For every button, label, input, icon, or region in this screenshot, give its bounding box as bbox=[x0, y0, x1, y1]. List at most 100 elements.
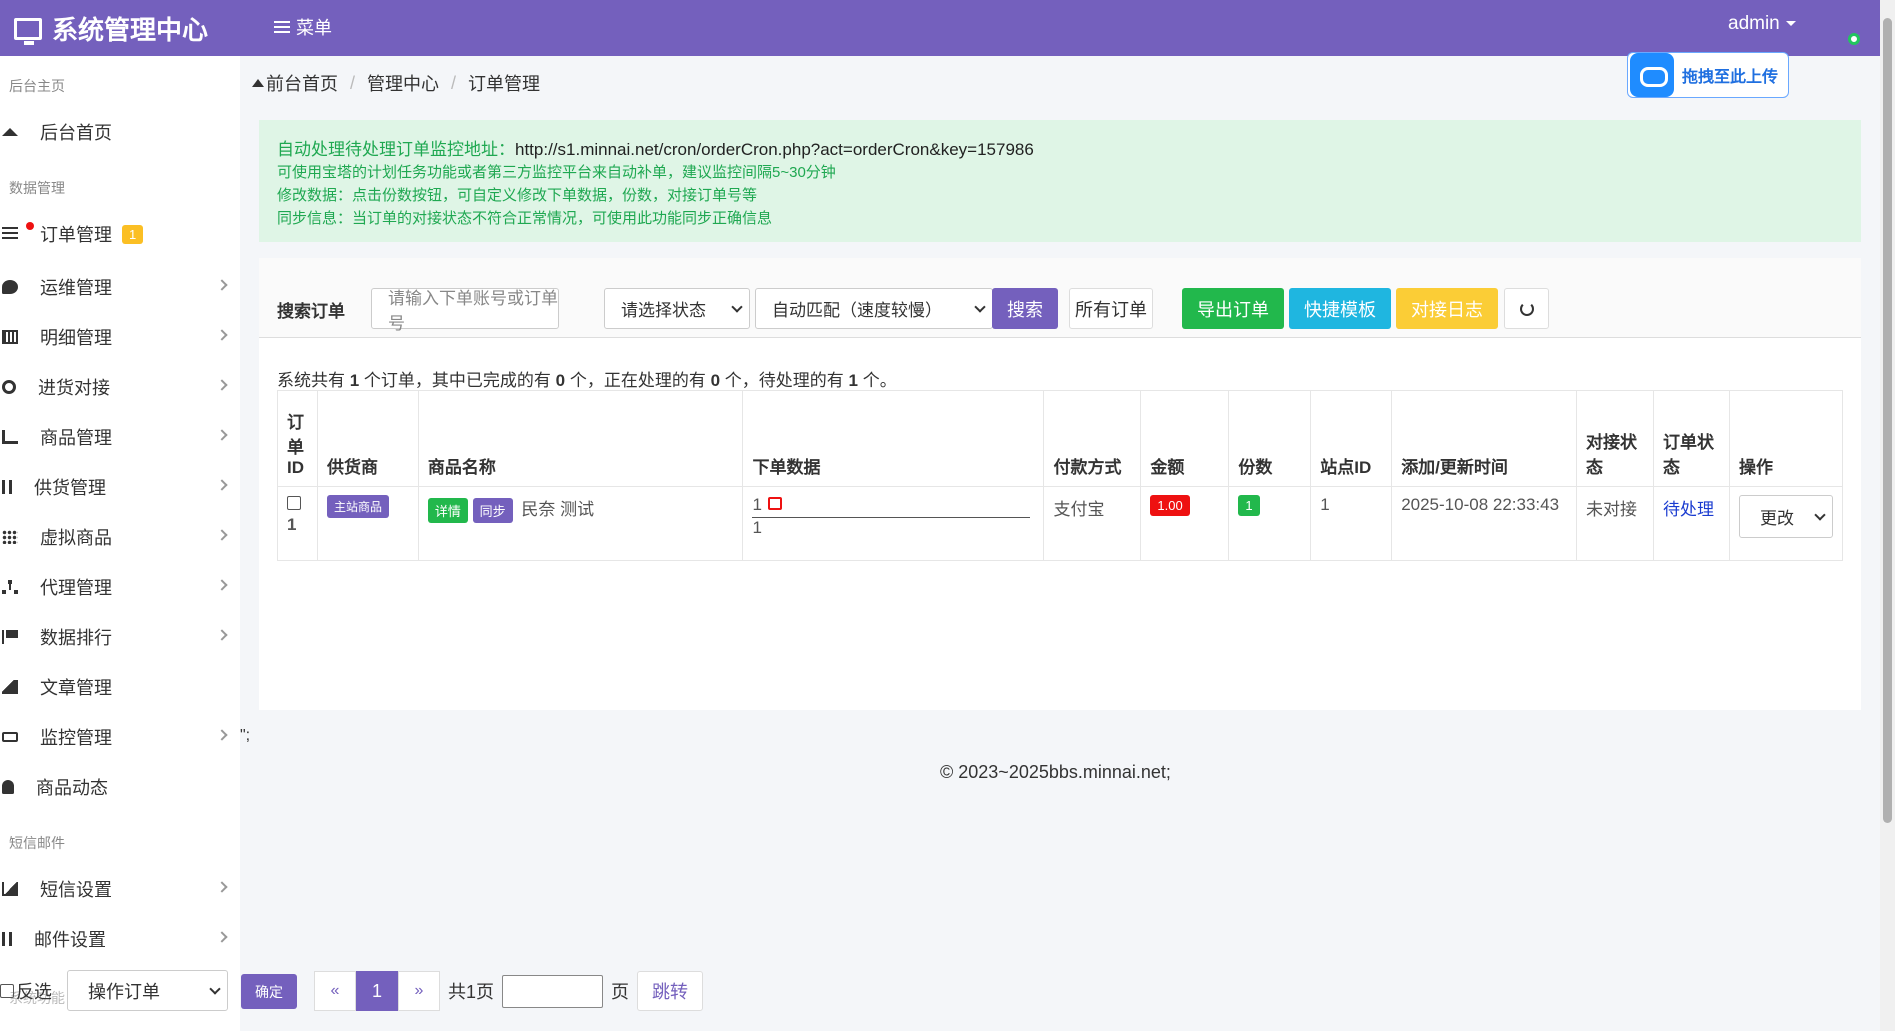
col-order-id: 订单ID bbox=[277, 390, 318, 487]
sidebar-item-monitor[interactable]: 监控管理 bbox=[0, 717, 240, 757]
sidebar-section-sms: 短信邮件 bbox=[9, 835, 65, 851]
sidebar-item-product-feed[interactable]: 商品动态 bbox=[0, 767, 240, 807]
col-site-id: 站点ID bbox=[1310, 390, 1393, 487]
alert-line-sync: 同步信息：当订单的对接状态不符合正常情况，可使用此功能同步正确信息 bbox=[277, 210, 773, 227]
match-select[interactable]: 自动匹配（速度较慢） bbox=[755, 288, 993, 329]
product-name: 民奈 测试 bbox=[521, 500, 595, 519]
drag-upload-widget[interactable]: 拖拽至此上传 bbox=[1627, 52, 1789, 98]
supplier-tag: 主站商品 bbox=[326, 495, 389, 518]
sidebar-item-ranking[interactable]: 数据排行 bbox=[0, 617, 240, 657]
scrollbar-thumb[interactable] bbox=[1883, 18, 1892, 823]
col-time: 添加/更新时间 bbox=[1391, 390, 1578, 487]
refresh-button[interactable] bbox=[1504, 288, 1549, 329]
pagination: « 1 » 共1页 页 跳转 bbox=[314, 971, 704, 1011]
breadcrumb-separator: / bbox=[350, 72, 356, 93]
sidebar-item-supply[interactable]: 供货管理 bbox=[0, 467, 240, 507]
search-button[interactable]: 搜索 bbox=[992, 288, 1058, 329]
home-icon bbox=[252, 79, 264, 87]
refresh-icon bbox=[1519, 301, 1534, 316]
sidebar-item-label: 文章管理 bbox=[40, 678, 112, 698]
alert-line-cron: 可使用宝塔的计划任务功能或者第三方监控平台来自动补单，建议监控间隔5~30分钟 bbox=[277, 164, 836, 181]
user-menu[interactable]: admin bbox=[1728, 13, 1796, 35]
invert-checkbox[interactable] bbox=[0, 984, 14, 998]
notification-dot bbox=[26, 222, 34, 230]
sidebar-item-label: 监控管理 bbox=[40, 728, 112, 748]
order-status-link[interactable]: 待处理 bbox=[1663, 500, 1714, 519]
chevron-down-icon bbox=[209, 982, 221, 995]
batch-operation-select[interactable]: 操作订单 bbox=[67, 970, 228, 1011]
cell-order-data: 11 bbox=[742, 486, 1045, 561]
match-select-value: 自动匹配（速度较慢） bbox=[772, 301, 942, 320]
summary-text: 个，待处理的有 bbox=[720, 371, 849, 390]
sidebar-item-virtual[interactable]: 虚拟商品 bbox=[0, 517, 240, 557]
next-page-button[interactable]: » bbox=[398, 971, 440, 1011]
detail-button[interactable]: 详情 bbox=[427, 498, 468, 524]
bell-icon bbox=[2, 780, 14, 794]
breadcrumb-admin[interactable]: 管理中心 bbox=[367, 70, 439, 96]
home-icon bbox=[2, 128, 18, 136]
page-1-button[interactable]: 1 bbox=[356, 971, 398, 1011]
qty-button[interactable]: 1 bbox=[1238, 495, 1260, 517]
page-scrollbar[interactable] bbox=[1880, 0, 1895, 1031]
dock-log-button[interactable]: 对接日志 bbox=[1396, 288, 1498, 329]
col-operation: 操作 bbox=[1729, 390, 1843, 487]
row-checkbox[interactable] bbox=[287, 496, 301, 510]
order-data-edit[interactable]: 1 bbox=[752, 495, 1031, 518]
menu-icon bbox=[274, 21, 290, 33]
status-select[interactable]: 请选择状态 bbox=[604, 288, 750, 329]
export-orders-button[interactable]: 导出订单 bbox=[1182, 288, 1284, 329]
footer-copyright: © 2023~2025bbs.minnai.net; bbox=[940, 762, 1171, 782]
sidebar-item-orders[interactable]: 订单管理 1 bbox=[0, 214, 240, 254]
sidebar-item-email[interactable]: 邮件设置 bbox=[0, 919, 240, 959]
brand[interactable]: 系统管理中心 bbox=[14, 10, 208, 47]
search-toolbar: 搜索订单 请输入下单账号或订单号 请选择状态 自动匹配（速度较慢） 搜索 所有订… bbox=[259, 258, 1861, 338]
cell-supplier: 主站商品 bbox=[316, 486, 419, 561]
sidebar-item-sms[interactable]: 短信设置 bbox=[0, 869, 240, 909]
sidebar-item-products[interactable]: 商品管理 bbox=[0, 417, 240, 457]
quick-template-button[interactable]: 快捷模板 bbox=[1289, 288, 1391, 329]
upload-label: 拖拽至此上传 bbox=[1682, 69, 1779, 86]
cell-product: 详情 同步 民奈 测试 bbox=[417, 486, 744, 561]
sync-button[interactable]: 同步 bbox=[472, 498, 513, 524]
page-number-input[interactable] bbox=[502, 974, 604, 1008]
edit-icon[interactable] bbox=[767, 497, 782, 510]
operation-select[interactable]: 更改 bbox=[1739, 495, 1833, 538]
search-input[interactable]: 请输入下单账号或订单号 bbox=[371, 288, 559, 333]
sidebar-item-dashboard[interactable]: 后台首页 bbox=[0, 112, 240, 152]
sidebar-item-label: 邮件设置 bbox=[34, 930, 106, 950]
sidebar: 后台主页 后台首页 数据管理 订单管理 1 运维管理 明细管理 进货对接 商品管… bbox=[0, 56, 240, 1031]
sidebar-item-label: 运维管理 bbox=[40, 278, 112, 298]
confirm-button[interactable]: 确定 bbox=[241, 974, 297, 1009]
all-orders-button[interactable]: 所有订单 bbox=[1069, 288, 1153, 329]
chevron-down-icon bbox=[731, 300, 743, 313]
sidebar-item-label: 商品管理 bbox=[40, 428, 112, 448]
sidebar-item-label: 商品动态 bbox=[36, 778, 108, 798]
menu-toggle-button[interactable]: 菜单 bbox=[274, 14, 332, 40]
alert-line-edit: 修改数据：点击份数按钮，可自定义修改下单数据，份数，对接订单号等 bbox=[277, 187, 758, 204]
sidebar-item-agents[interactable]: 代理管理 bbox=[0, 567, 240, 607]
sidebar-item-label: 后台首页 bbox=[40, 123, 112, 143]
sidebar-item-articles[interactable]: 文章管理 bbox=[0, 667, 240, 707]
user-name: admin bbox=[1728, 13, 1780, 34]
chevron-right-icon bbox=[216, 279, 228, 291]
sidebar-item-label: 进货对接 bbox=[38, 378, 110, 398]
cart-icon bbox=[2, 430, 18, 444]
chevron-right-icon bbox=[216, 629, 228, 641]
jump-button[interactable]: 跳转 bbox=[637, 971, 704, 1011]
summary-processing: 0 bbox=[710, 371, 721, 390]
cutlery-icon bbox=[2, 480, 12, 494]
sidebar-item-purchase[interactable]: 进货对接 bbox=[0, 367, 240, 407]
chevron-right-icon bbox=[216, 529, 228, 541]
invert-selection[interactable]: 反选 bbox=[0, 978, 52, 1004]
sidebar-item-label: 虚拟商品 bbox=[40, 528, 112, 548]
order-data-value: 1 bbox=[752, 495, 762, 514]
cell-time: 2025-10-08 22:33:43 bbox=[1391, 486, 1578, 561]
orders-table: 订单ID 供货商 商品名称 下单数据 付款方式 金额 份数 站点ID 添加/更新… bbox=[277, 390, 1843, 561]
monitor-url[interactable]: http://s1.minnai.net/cron/orderCron.php?… bbox=[515, 140, 1034, 159]
breadcrumb: 前台首页 / 管理中心 / 订单管理 bbox=[252, 70, 540, 96]
sidebar-item-ops[interactable]: 运维管理 bbox=[0, 267, 240, 307]
stray-text: "; bbox=[240, 727, 251, 744]
sidebar-item-details[interactable]: 明细管理 bbox=[0, 317, 240, 357]
breadcrumb-home[interactable]: 前台首页 bbox=[266, 70, 338, 96]
prev-page-button[interactable]: « bbox=[314, 971, 356, 1011]
